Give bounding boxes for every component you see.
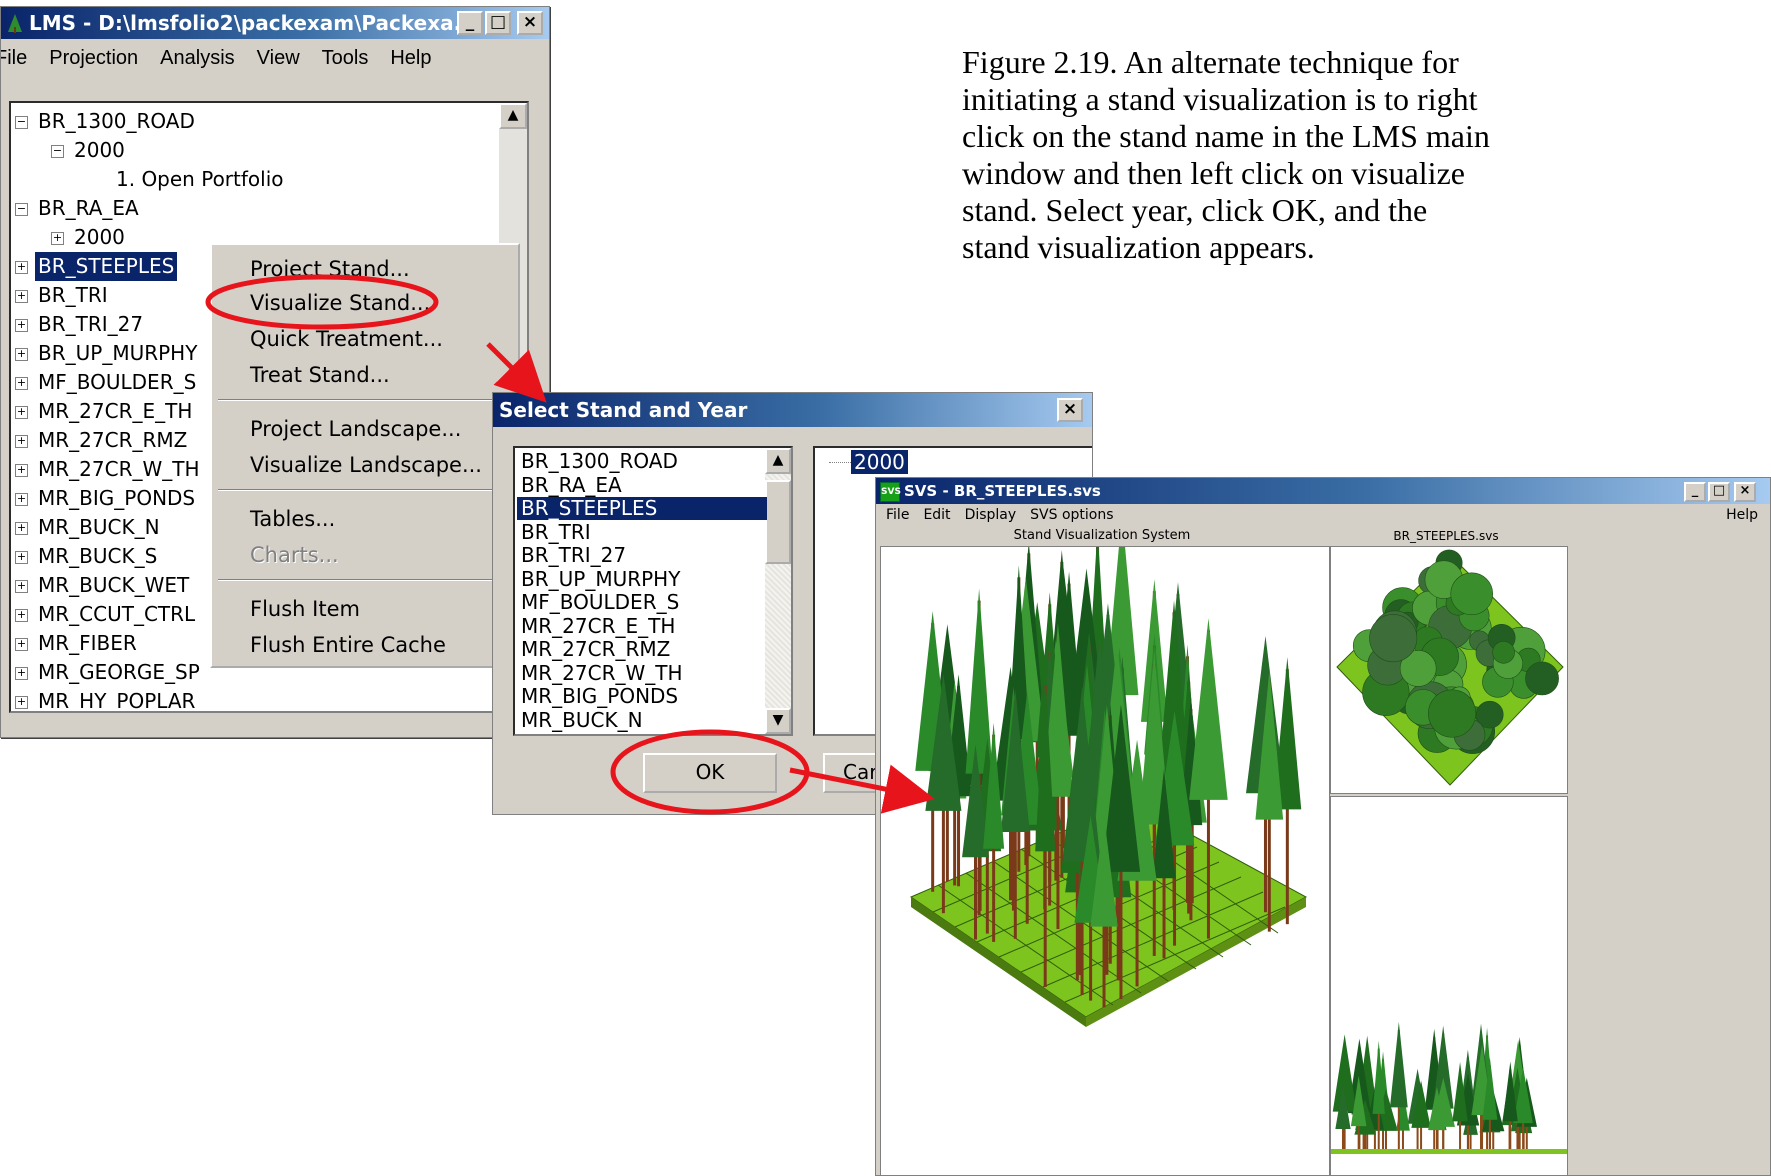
arrow-to-svs — [789, 764, 935, 814]
highlight-ellipse-ok — [610, 729, 810, 815]
annotation-layer — [205, 274, 935, 815]
highlight-ellipse-visualize — [205, 274, 439, 330]
arrow-to-dialog — [486, 342, 547, 403]
